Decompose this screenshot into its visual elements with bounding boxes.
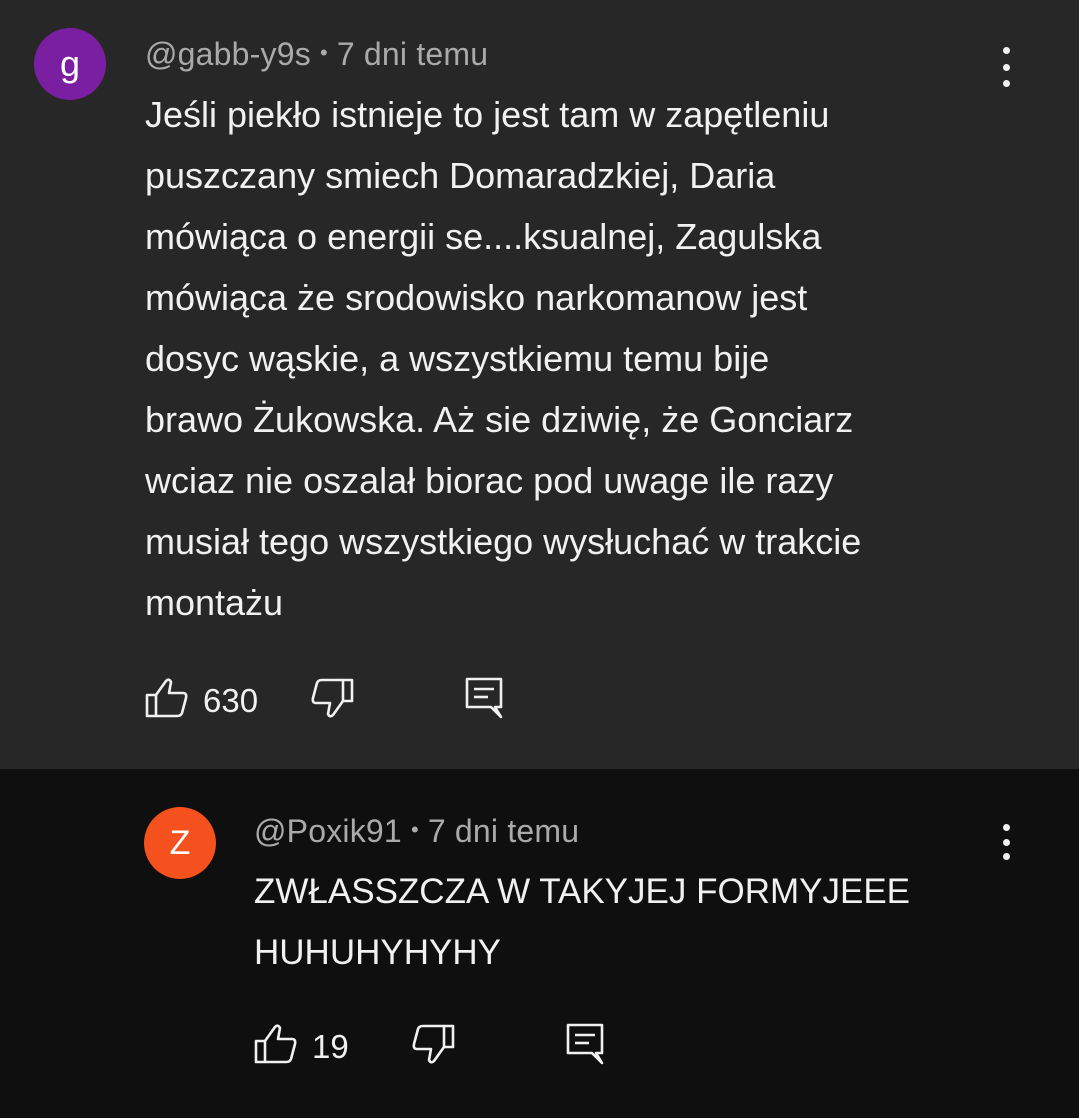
comment-main: g @gabb-y9s • 7 dni temu Jeśli piekło istn… (0, 0, 1079, 769)
reply-icon[interactable] (565, 1022, 605, 1071)
avatar[interactable]: g (34, 28, 106, 100)
comment-text: ZWŁASSZCZA W TAKYJEJ FORMYJEEE HUHUHYHYH… (254, 872, 911, 972)
more-options-icon[interactable] (996, 47, 1016, 87)
like-icon[interactable] (254, 1023, 298, 1070)
author-name[interactable]: @gabb-y9s (145, 36, 311, 72)
dislike-icon[interactable] (411, 1023, 455, 1070)
like-icon[interactable] (145, 677, 189, 724)
reply-icon[interactable] (464, 676, 504, 725)
comment-meta: @Poxik91 • 7 dni temu (254, 813, 579, 850)
comment-meta: @gabb-y9s • 7 dni temu (145, 36, 488, 73)
comment-actions: 19 (254, 1022, 605, 1071)
avatar[interactable]: Z (144, 807, 216, 879)
separator-dot: • (319, 40, 328, 65)
comment-actions: 630 (145, 676, 504, 725)
dislike-icon[interactable] (310, 677, 354, 724)
separator-dot: • (410, 817, 419, 842)
comment-text: Jeśli piekło istnieje to jest tam w zapę… (145, 94, 862, 623)
like-count: 19 (312, 1027, 349, 1065)
more-options-icon[interactable] (996, 824, 1016, 860)
comment-reply: Z @Poxik91 • 7 dni temu ZWŁASSZCZA W TAKYJ… (0, 769, 1079, 1118)
timestamp: 7 dni temu (336, 36, 489, 72)
like-count: 630 (203, 681, 259, 719)
timestamp: 7 dni temu (427, 813, 580, 849)
author-name[interactable]: @Poxik91 (254, 813, 402, 849)
